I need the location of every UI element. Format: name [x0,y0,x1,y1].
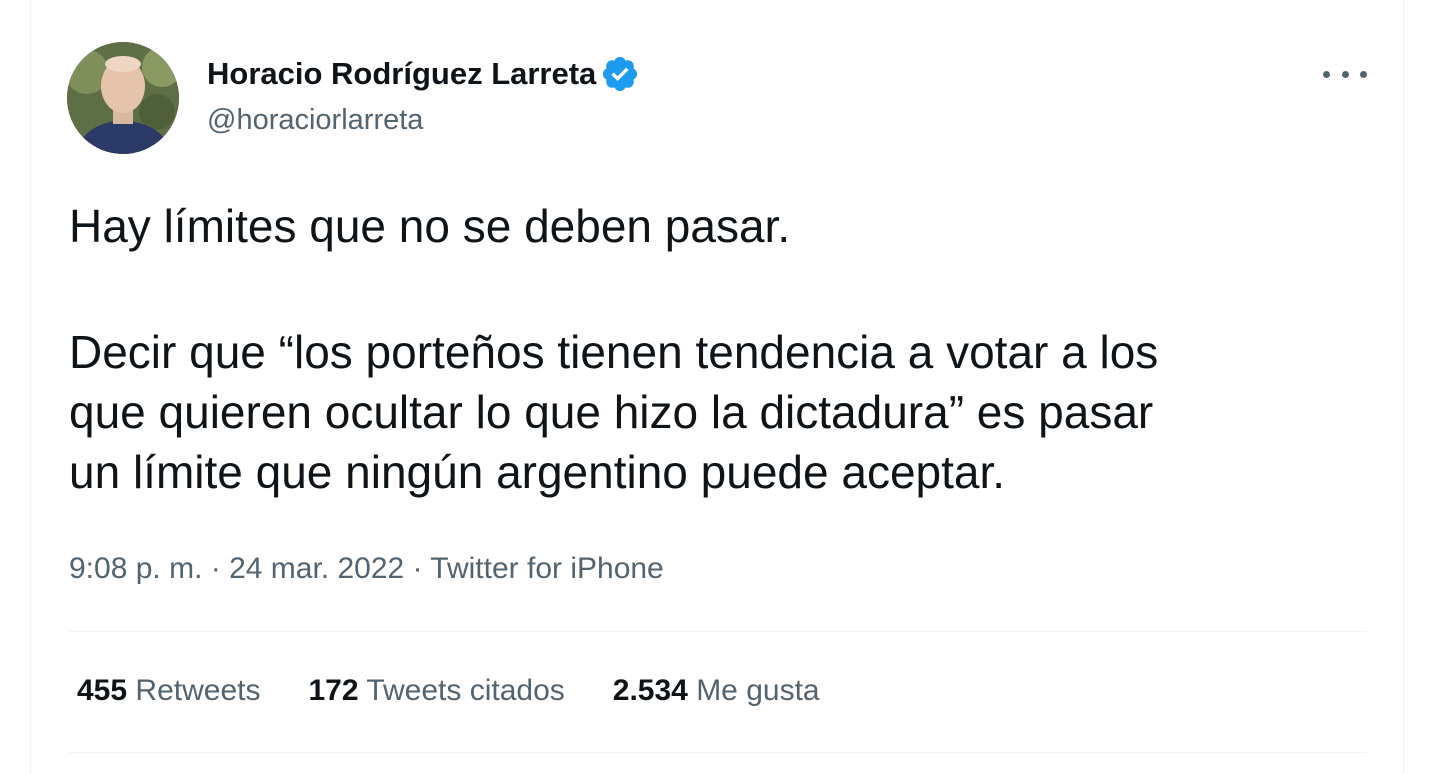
author-name[interactable]: Horacio Rodríguez Larreta [207,56,596,92]
quotes-count: 172 [308,674,359,707]
tweet-line: que quieren ocultar lo que hizo la dicta… [69,386,1154,438]
verified-badge-icon [600,54,640,94]
retweets-label: Retweets [135,674,261,707]
more-dot [1323,70,1330,78]
avatar-image [67,42,179,154]
quotes-stat[interactable]: 172 Tweets citados [308,674,564,708]
likes-stat[interactable]: 2.534 Me gusta [613,674,820,708]
retweets-count: 455 [77,674,128,707]
tweet-text: Hay límites que no se deben pasar. Decir… [69,196,1369,502]
more-options-icon[interactable] [1323,60,1367,88]
author-handle[interactable]: @horaciorlarreta [207,104,423,137]
more-dot [1360,70,1367,78]
author-name-row[interactable]: Horacio Rodríguez Larreta [207,54,640,94]
retweets-stat[interactable]: 455 Retweets [77,674,260,708]
tweet-line: Decir que “los porteños tienen tendencia… [69,326,1159,378]
divider [69,631,1367,632]
more-dot [1341,70,1349,78]
tweet-line: un límite que ningún argentino puede ace… [69,446,1006,498]
engagement-stats: 455 Retweets 172 Tweets citados 2.534 Me… [77,674,868,708]
tweet-paragraph-1: Hay límites que no se deben pasar. [69,200,791,252]
tweet-card: Horacio Rodríguez Larreta @horaciorlarre… [30,0,1404,774]
avatar[interactable] [67,42,179,154]
likes-count: 2.534 [612,674,688,707]
quotes-label: Tweets citados [366,674,565,707]
tweet-timestamp-source[interactable]: 9:08 p. m. · 24 mar. 2022 · Twitter for … [69,552,664,586]
likes-label: Me gusta [696,674,820,707]
divider [69,752,1367,753]
